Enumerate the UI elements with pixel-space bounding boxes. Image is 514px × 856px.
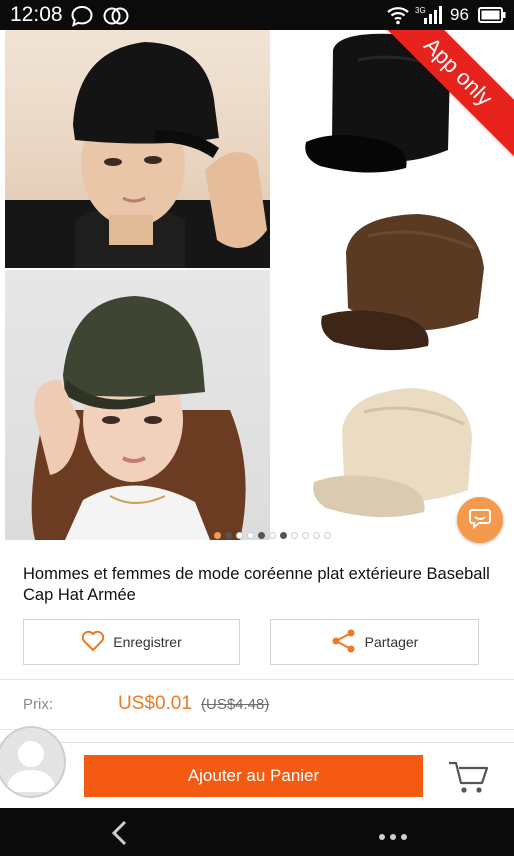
- system-navigation-bar: [0, 808, 514, 856]
- heart-icon: [81, 630, 105, 655]
- app-only-badge: App only: [384, 30, 514, 157]
- model-man-photo: [5, 30, 270, 268]
- page-dot[interactable]: [291, 532, 298, 539]
- divider: [0, 679, 514, 680]
- save-label: Enregistrer: [113, 634, 182, 650]
- add-to-cart-button[interactable]: Ajouter au Panier: [84, 755, 423, 797]
- chat-button[interactable]: [457, 497, 503, 543]
- cart-icon[interactable]: [447, 759, 489, 800]
- beige-cap-image: [312, 380, 477, 540]
- status-time: 12:08: [10, 3, 63, 26]
- battery-percent: 96: [450, 5, 469, 24]
- model-woman-photo: [5, 270, 270, 540]
- status-bar: 12:08 3G 96: [0, 0, 514, 30]
- linked-circles-icon: [102, 5, 130, 32]
- divider: [0, 729, 514, 730]
- chat-icon: [468, 507, 492, 534]
- wifi-icon: [386, 5, 410, 30]
- app-only-ribbon: App only: [384, 30, 514, 160]
- current-price: US$0.01: [118, 693, 192, 714]
- chat-bubble-icon: [70, 5, 94, 32]
- page-dot[interactable]: [302, 532, 309, 539]
- page-dot[interactable]: [280, 532, 287, 539]
- share-button[interactable]: Partager: [270, 619, 479, 665]
- page-dot[interactable]: [225, 532, 232, 539]
- page-dot[interactable]: [247, 532, 254, 539]
- page-dot[interactable]: [313, 532, 320, 539]
- page-dot[interactable]: [269, 532, 276, 539]
- brown-cap-image: [318, 208, 488, 368]
- svg-text:3G: 3G: [415, 6, 426, 15]
- product-image-gallery[interactable]: App only: [0, 30, 514, 542]
- battery-icon: [478, 7, 506, 28]
- save-button[interactable]: Enregistrer: [23, 619, 240, 665]
- original-price: (US$4.48): [201, 696, 270, 713]
- gallery-pagination: [214, 532, 331, 540]
- signal-3g-icon: 3G: [415, 4, 445, 31]
- share-label: Partager: [364, 634, 419, 650]
- page-dot[interactable]: [236, 532, 243, 539]
- share-icon: [331, 629, 357, 656]
- page-dot[interactable]: [214, 532, 221, 539]
- more-icon[interactable]: [378, 828, 408, 846]
- price-label: Prix:: [23, 696, 53, 713]
- page-dot[interactable]: [258, 532, 265, 539]
- back-icon[interactable]: [108, 820, 132, 851]
- page-dot[interactable]: [324, 532, 331, 539]
- product-title: Hommes et femmes de mode coréenne plat e…: [23, 565, 490, 604]
